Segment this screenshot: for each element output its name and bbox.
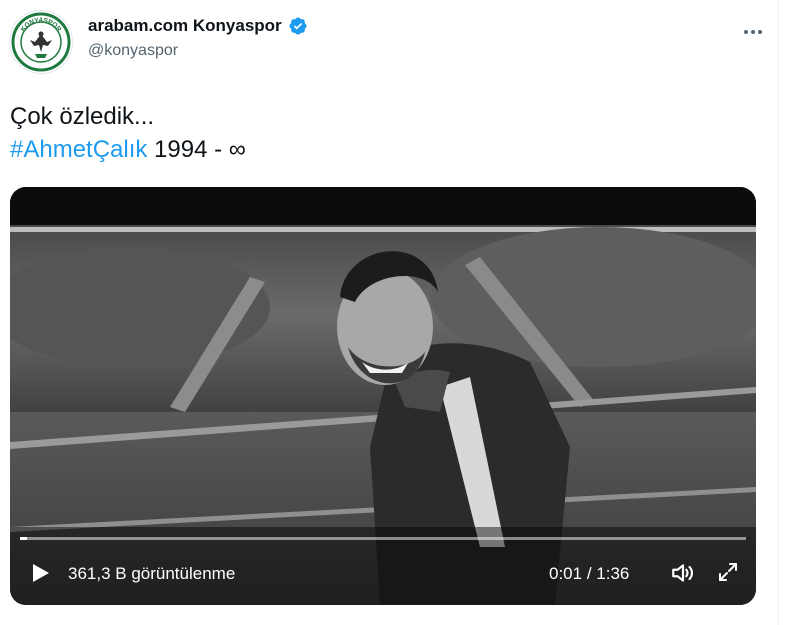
hashtag-link[interactable]: #AhmetÇalık [10, 136, 147, 163]
verified-badge-icon [289, 17, 307, 35]
video-progress-bar[interactable] [20, 537, 746, 540]
view-count-label: görüntülenme [126, 564, 236, 583]
tweet-text: Çok özledik... #AhmetÇalık 1994 - ∞ [10, 100, 246, 166]
fullscreen-icon[interactable] [716, 560, 740, 584]
more-dot [758, 30, 762, 34]
account-names: arabam.com Konyaspor @konyaspor [88, 16, 308, 60]
more-options-button[interactable] [737, 20, 769, 44]
video-player[interactable]: 361,3 B görüntülenme 0:01 / 1:36 [10, 187, 756, 605]
tweet-line-1: Çok özledik... [10, 103, 155, 130]
view-count: 361,3 B görüntülenme [68, 564, 235, 584]
display-name[interactable]: arabam.com Konyaspor [88, 16, 282, 36]
avatar[interactable]: KONYASPOR [9, 10, 73, 74]
video-progress-fill [20, 537, 28, 540]
current-time: 0:01 [549, 564, 583, 583]
konyaspor-crest-icon: KONYASPOR [11, 12, 71, 72]
video-controls: 361,3 B görüntülenme 0:01 / 1:36 [10, 549, 756, 605]
time-separator: / [582, 564, 597, 583]
tweet-years: 1994 - ∞ [147, 136, 246, 163]
more-dot [751, 30, 755, 34]
tweet-line-2: #AhmetÇalık 1994 - ∞ [10, 133, 246, 166]
video-frame[interactable] [10, 187, 756, 605]
duration: 1:36 [596, 564, 630, 583]
account-handle[interactable]: @konyaspor [88, 42, 308, 60]
timeline-border [778, 0, 779, 625]
play-icon[interactable] [28, 561, 52, 585]
more-horizontal-icon [744, 30, 748, 34]
tweet-header: KONYASPOR arabam.com Konyaspor @konyaspo… [9, 10, 769, 76]
view-count-value: 361,3 B [68, 564, 127, 583]
video-time: 0:01 / 1:36 [549, 564, 629, 584]
volume-icon[interactable] [670, 560, 696, 586]
